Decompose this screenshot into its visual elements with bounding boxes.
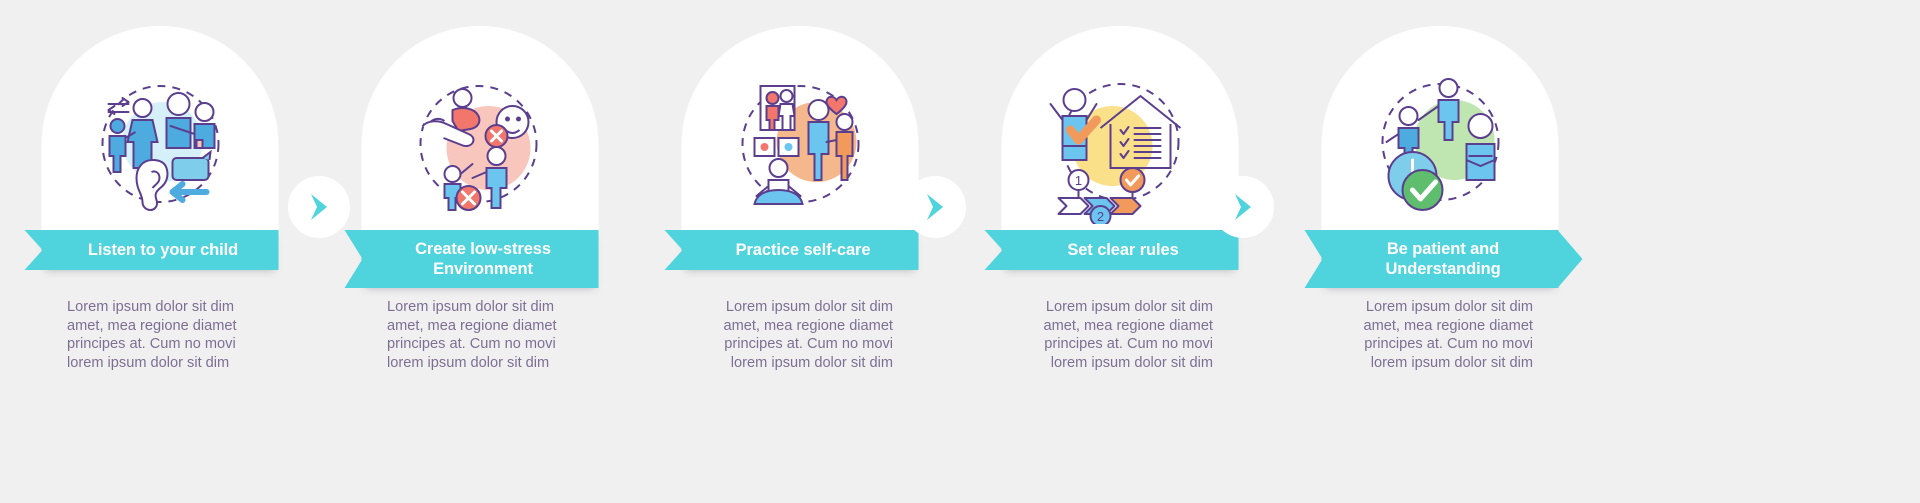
process-step-2[interactable]: Create low-stress Environment Lorem ipsum… xyxy=(320,0,640,503)
step-2-body-text: Lorem ipsum dolor sit dim amet, mea regi… xyxy=(387,299,557,371)
chevron-right-icon xyxy=(918,190,952,224)
chevron-right-icon xyxy=(302,190,336,224)
connector-4-5[interactable] xyxy=(1212,176,1274,238)
step-2-title: Create low-stress Environment xyxy=(415,240,551,278)
patience-support-climb-icon xyxy=(1360,64,1520,224)
connector-3-4[interactable] xyxy=(904,176,966,238)
step-3-title-banner[interactable]: Practice self-care xyxy=(681,230,919,270)
process-steps-row: Listen to your child Lorem ipsum dolor s… xyxy=(0,0,1920,503)
process-step-5[interactable]: Be patient and Understanding Lorem ipsum … xyxy=(1280,0,1600,503)
step-4-body-text: Lorem ipsum dolor sit dim amet, mea regi… xyxy=(1043,299,1213,371)
step-4-title: Set clear rules xyxy=(1067,241,1179,259)
listening-parent-child-ear-icon xyxy=(80,64,240,224)
step-5-title: Be patient and Understanding xyxy=(1385,240,1501,278)
infographic-canvas: Listen to your child Lorem ipsum dolor s… xyxy=(0,0,1920,503)
self-care-meditation-icon xyxy=(720,64,880,224)
step-5-body-text: Lorem ipsum dolor sit dim amet, mea regi… xyxy=(1363,299,1533,371)
process-step-1[interactable]: Listen to your child Lorem ipsum dolor s… xyxy=(0,0,320,503)
process-step-3[interactable]: Practice self-care Lorem ipsum dolor sit… xyxy=(640,0,960,503)
chevron-right-icon xyxy=(1226,190,1260,224)
connector-1-2[interactable] xyxy=(288,176,350,238)
step-1-body-text: Lorem ipsum dolor sit dim amet, mea regi… xyxy=(67,299,237,371)
step-3-illustration-card xyxy=(681,26,919,251)
step-2-illustration-card xyxy=(361,26,599,251)
step-3-title: Practice self-care xyxy=(735,241,871,259)
house-checklist-rules-icon: 1 2 xyxy=(1040,64,1200,224)
svg-text:2: 2 xyxy=(1096,209,1103,224)
step-4-title-banner[interactable]: Set clear rules xyxy=(1001,230,1239,270)
step-5-illustration-card xyxy=(1321,26,1559,251)
step-1-illustration-card xyxy=(41,26,279,251)
step-5-title-banner[interactable]: Be patient and Understanding xyxy=(1321,230,1559,288)
svg-text:1: 1 xyxy=(1074,173,1081,188)
step-2-title-banner[interactable]: Create low-stress Environment xyxy=(361,230,599,288)
step-4-illustration-card: 1 2 xyxy=(1001,26,1239,251)
process-step-4[interactable]: 1 2 Set clear rules Lorem ipsum dolor si… xyxy=(960,0,1280,503)
step-1-title: Listen to your child xyxy=(87,241,239,259)
step-1-title-banner[interactable]: Listen to your child xyxy=(41,230,279,270)
step-3-body-text: Lorem ipsum dolor sit dim amet, mea regi… xyxy=(723,299,893,371)
low-stress-environment-icon xyxy=(400,64,560,224)
